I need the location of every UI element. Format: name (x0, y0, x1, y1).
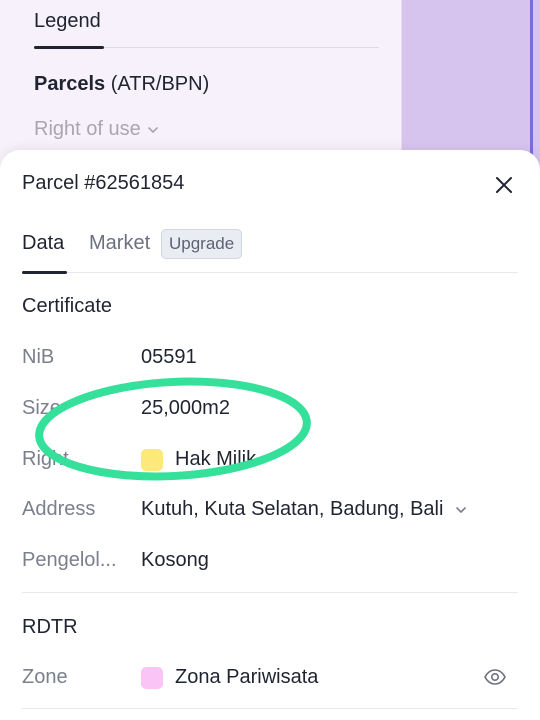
zone-label: Zone (22, 666, 68, 688)
tab-data[interactable]: Data (22, 232, 64, 255)
legend-filter-label: Right of use (34, 118, 141, 140)
address-value: Kutuh, Kuta Selatan, Badung, Bali (141, 498, 444, 520)
parcel-tabs: Data Market Upgrade (22, 229, 518, 274)
rdtr-section-title: RDTR (22, 616, 78, 638)
address-dropdown[interactable]: Kutuh, Kuta Selatan, Badung, Bali (141, 498, 467, 521)
close-icon (496, 177, 512, 193)
right-label: Right (22, 448, 69, 470)
legend-tab-underline (34, 46, 104, 49)
certificate-section-title: Certificate (22, 295, 113, 317)
legend-divider (104, 47, 379, 48)
nib-value: 05591 (141, 346, 197, 368)
legend-filter-dropdown[interactable]: Right of use (34, 118, 159, 141)
legend-layer-title: Parcels (ATR/BPN) (34, 73, 209, 96)
close-button[interactable] (489, 170, 519, 200)
legend-layer-name: Parcels (34, 73, 106, 95)
legend-layer-source: (ATR/BPN) (105, 73, 210, 95)
address-label: Address (22, 498, 96, 520)
zone-value: Zona Pariwisata (141, 666, 318, 689)
tabs-divider (22, 272, 518, 273)
size-label: Size (22, 397, 61, 419)
chevron-down-icon (147, 126, 158, 133)
manager-label: Pengelol... (22, 549, 117, 571)
right-value-text: Hak Milik (175, 448, 257, 470)
toggle-zone-visibility-button[interactable] (482, 664, 508, 690)
parcel-detail-sheet: Parcel #62561854 Data Market Upgrade Cer… (0, 150, 540, 720)
active-tab-underline (22, 271, 67, 274)
manager-value: Kosong (141, 549, 209, 571)
size-value: 25,000m2 (141, 397, 230, 419)
right-value: Hak Milik (141, 448, 256, 471)
chevron-down-icon (456, 506, 467, 513)
nib-label: NiB (22, 346, 55, 368)
zone-value-text: Zona Pariwisata (175, 666, 319, 688)
zone-color-swatch (141, 666, 163, 689)
upgrade-badge[interactable]: Upgrade (161, 229, 243, 259)
parcel-title: Parcel #62561854 (22, 172, 185, 194)
legend-tab[interactable]: Legend (34, 10, 101, 33)
tab-market[interactable]: Market (89, 232, 150, 255)
right-color-swatch (141, 448, 163, 471)
legend-panel: Legend Parcels (ATR/BPN) Right of use (0, 0, 402, 175)
eye-icon (484, 669, 506, 685)
section-divider (22, 592, 518, 593)
section-divider (22, 708, 518, 709)
